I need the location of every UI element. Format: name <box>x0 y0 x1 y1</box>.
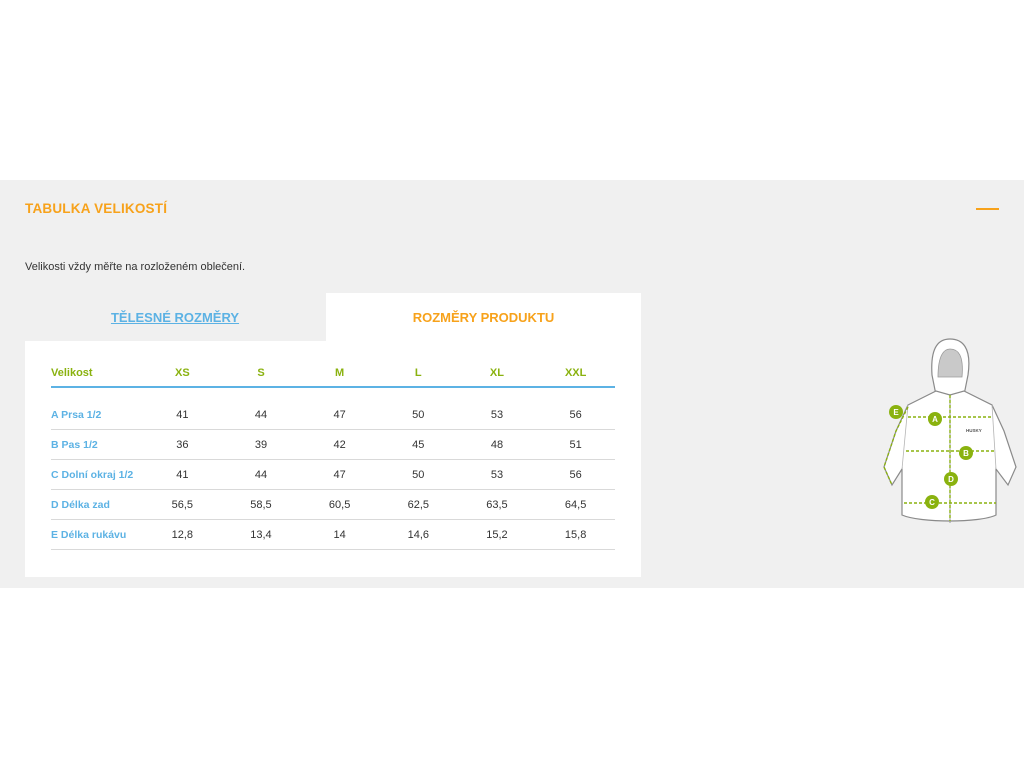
table-cell: 44 <box>221 400 301 430</box>
header-size: Velikost <box>51 360 143 388</box>
marker-c: C <box>925 495 939 509</box>
marker-a: A <box>928 412 942 426</box>
table-row: B Pas 1/2 36 39 42 45 48 51 <box>51 429 615 460</box>
marker-d: D <box>944 472 958 486</box>
table-cell: 47 <box>300 400 379 430</box>
table-cell: 50 <box>378 400 458 430</box>
jacket-brand: HUSKY <box>966 428 982 433</box>
table-cell: 41 <box>143 459 222 490</box>
header-l: L <box>378 360 458 388</box>
table-cell: 56 <box>536 400 615 430</box>
marker-b: B <box>959 446 973 460</box>
svg-text:C: C <box>929 498 935 507</box>
tab-product-measurements[interactable]: ROZMĚRY PRODUKTU <box>326 293 641 341</box>
table-cell: 56,5 <box>143 489 222 520</box>
svg-text:B: B <box>963 449 969 458</box>
table-cell: 12,8 <box>143 519 222 550</box>
section-title: TABULKA VELIKOSTÍ <box>25 201 168 216</box>
size-table: Velikost XS S M L XL XXL A Prsa 1/2 41 4… <box>51 360 615 550</box>
header-s: S <box>221 360 301 388</box>
table-cell: 41 <box>143 400 222 430</box>
minus-icon <box>976 208 999 210</box>
measurement-note: Velikosti vždy měřte na rozloženém obleč… <box>25 261 246 273</box>
svg-text:A: A <box>932 415 938 424</box>
size-table-card: Velikost XS S M L XL XXL A Prsa 1/2 41 4… <box>25 341 641 577</box>
table-cell: 48 <box>457 429 537 460</box>
table-cell: 47 <box>300 459 379 490</box>
table-row: E Délka rukávu 12,8 13,4 14 14,6 15,2 15… <box>51 519 615 550</box>
table-cell: 64,5 <box>536 489 615 520</box>
table-cell: 62,5 <box>378 489 458 520</box>
table-cell: 50 <box>378 459 458 490</box>
table-cell: 13,4 <box>221 519 301 550</box>
row-label: C Dolní okraj 1/2 <box>51 459 143 490</box>
table-cell: 56 <box>536 459 615 490</box>
header-xl: XL <box>457 360 537 388</box>
marker-e: E <box>889 405 903 419</box>
table-cell: 36 <box>143 429 222 460</box>
table-cell: 15,8 <box>536 519 615 550</box>
table-cell: 58,5 <box>221 489 301 520</box>
header-xs: XS <box>143 360 222 388</box>
header-m: M <box>300 360 379 388</box>
table-cell: 42 <box>300 429 379 460</box>
collapse-button[interactable] <box>976 207 999 211</box>
table-cell: 51 <box>536 429 615 460</box>
table-cell: 53 <box>457 400 537 430</box>
table-row: D Délka zad 56,5 58,5 60,5 62,5 63,5 64,… <box>51 489 615 520</box>
table-cell: 14,6 <box>378 519 458 550</box>
table-cell: 45 <box>378 429 458 460</box>
row-label: A Prsa 1/2 <box>51 400 143 430</box>
table-row: C Dolní okraj 1/2 41 44 47 50 53 56 <box>51 459 615 490</box>
jacket-measurement-diagram: HUSKY A B C D E <box>883 338 1017 523</box>
table-cell: 60,5 <box>300 489 379 520</box>
row-label: E Délka rukávu <box>51 519 143 550</box>
table-cell: 44 <box>221 459 301 490</box>
row-label: D Délka zad <box>51 489 143 520</box>
table-cell: 15,2 <box>457 519 537 550</box>
table-cell: 53 <box>457 459 537 490</box>
size-chart-panel: TABULKA VELIKOSTÍ Velikosti vždy měřte n… <box>0 180 1024 588</box>
tab-body-measurements[interactable]: TĚLESNÉ ROZMĚRY <box>25 293 325 341</box>
svg-text:D: D <box>948 475 954 484</box>
table-cell: 14 <box>300 519 379 550</box>
table-cell: 39 <box>221 429 301 460</box>
header-xxl: XXL <box>536 360 615 388</box>
row-label: B Pas 1/2 <box>51 429 143 460</box>
table-row: A Prsa 1/2 41 44 47 50 53 56 <box>51 400 615 430</box>
table-cell: 63,5 <box>457 489 537 520</box>
svg-text:E: E <box>893 408 899 417</box>
table-header-row: Velikost XS S M L XL XXL <box>51 360 615 388</box>
